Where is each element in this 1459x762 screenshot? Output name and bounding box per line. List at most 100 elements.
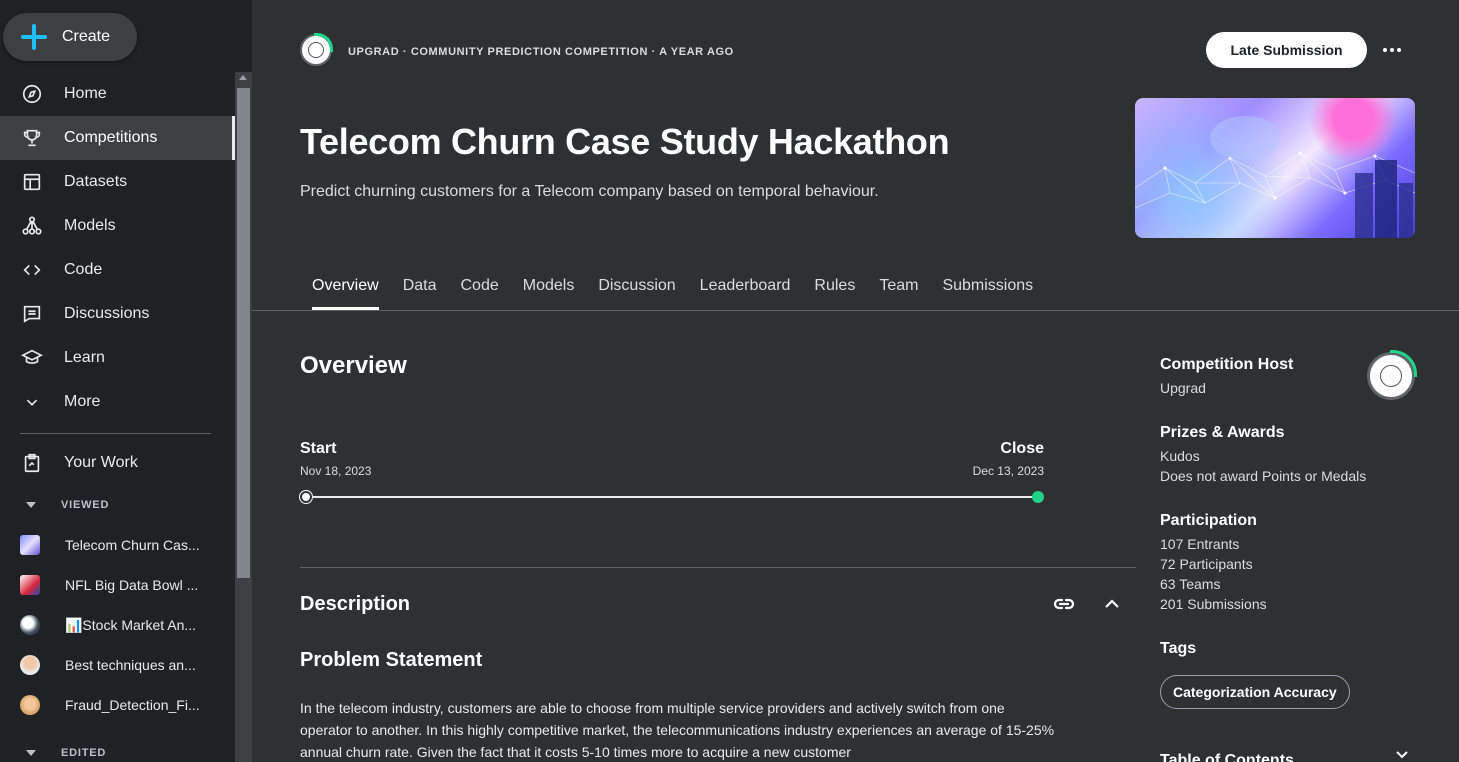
nav-item-learn[interactable]: Learn [0, 336, 235, 380]
edited-section-toggle[interactable]: EDITED [20, 747, 106, 759]
tab-submissions[interactable]: Submissions [942, 270, 1033, 310]
section-divider [300, 567, 1136, 568]
compass-icon [20, 82, 44, 106]
viewed-item[interactable]: Telecom Churn Cas... [20, 530, 220, 560]
nav-item-home[interactable]: Home [0, 72, 235, 116]
nav-item-models[interactable]: Models [0, 204, 235, 248]
tags-block: Tags [1160, 640, 1420, 662]
caret-down-icon [26, 502, 36, 508]
nav-label: Datasets [64, 173, 128, 190]
viewed-item-label: Telecom Churn Cas... [65, 537, 200, 553]
timeline-start-date: Nov 18, 2023 [300, 464, 372, 478]
viewed-item-label: 📊Stock Market An... [65, 616, 197, 633]
nav-label: Code [64, 261, 103, 278]
graduation-cap-icon [20, 346, 44, 370]
tab-team[interactable]: Team [879, 270, 918, 310]
caret-down-icon [26, 750, 36, 756]
overview-heading: Overview [300, 352, 407, 379]
late-submission-button[interactable]: Late Submission [1206, 32, 1367, 68]
viewed-item-label: Best techniques an... [65, 657, 196, 673]
entrants-count: 107 Entrants [1160, 536, 1240, 552]
host-logo[interactable] [300, 33, 333, 66]
chevron-down-icon[interactable] [1395, 750, 1409, 760]
nav-item-discussions[interactable]: Discussions [0, 292, 235, 336]
viewed-item[interactable]: Best techniques an... [20, 650, 220, 680]
edited-label: EDITED [61, 747, 107, 759]
avatar [20, 655, 40, 675]
prizes-heading: Prizes & Awards [1160, 424, 1285, 441]
viewed-section-toggle[interactable]: VIEWED [20, 499, 109, 511]
timeline-start-label: Start [300, 440, 337, 457]
create-label: Create [62, 28, 111, 45]
viewed-item-label: Fraud_Detection_Fi... [65, 697, 200, 713]
viewed-item[interactable]: Fraud_Detection_Fi... [20, 690, 220, 720]
competition-banner-image [1135, 98, 1415, 238]
nav-label: Models [64, 217, 116, 234]
logo-mark [308, 42, 324, 58]
participation-block: Participation 107 Entrants 72 Participan… [1160, 512, 1420, 614]
page-title: Telecom Churn Case Study Hackathon [300, 121, 950, 162]
scroll-up-arrow-icon[interactable] [239, 75, 247, 80]
competition-thumbnail [20, 575, 40, 595]
tab-discussion[interactable]: Discussion [598, 270, 675, 310]
nav-label: Learn [64, 349, 105, 366]
timeline-close-label: Close [1000, 440, 1044, 457]
nav-item-competitions[interactable]: Competitions [0, 116, 235, 160]
tab-models[interactable]: Models [523, 270, 575, 310]
nav-label: Competitions [64, 129, 158, 146]
nav-label: Your Work [64, 454, 138, 471]
host-avatar[interactable] [1367, 350, 1417, 400]
teams-count: 63 Teams [1160, 576, 1221, 592]
submissions-count: 201 Submissions [1160, 596, 1267, 612]
nav-label: Discussions [64, 305, 150, 322]
scrollbar-thumb[interactable] [237, 88, 250, 578]
tab-overview[interactable]: Overview [312, 270, 379, 310]
tab-code[interactable]: Code [460, 270, 498, 310]
nav-item-datasets[interactable]: Datasets [0, 160, 235, 204]
create-button[interactable]: Create [3, 13, 137, 61]
tab-data[interactable]: Data [403, 270, 437, 310]
trophy-icon [20, 126, 44, 150]
plus-icon [21, 24, 47, 50]
problem-statement-heading: Problem Statement [300, 649, 483, 671]
tab-leaderboard[interactable]: Leaderboard [700, 270, 791, 310]
timeline-start-marker [300, 491, 312, 503]
tag-chip[interactable]: Categorization Accuracy [1160, 675, 1350, 709]
viewed-item[interactable]: NFL Big Data Bowl ... [20, 570, 220, 600]
main-content: UPGRAD · COMMUNITY PREDICTION COMPETITIO… [252, 0, 1459, 762]
sidebar-scrollbar[interactable] [235, 72, 252, 762]
viewed-label: VIEWED [61, 499, 110, 511]
participants-count: 72 Participants [1160, 556, 1253, 572]
discussion-icon [20, 302, 44, 326]
models-icon [20, 214, 44, 238]
timeline-track [306, 496, 1038, 498]
tab-rules[interactable]: Rules [814, 270, 855, 310]
sidebar-divider [20, 433, 211, 434]
nav-item-code[interactable]: Code [0, 248, 235, 292]
viewed-item[interactable]: 📊Stock Market An... [20, 610, 220, 640]
logo-mark [1380, 365, 1402, 387]
tabs-divider [252, 310, 1459, 311]
clipboard-icon [20, 451, 44, 475]
nav-label: Home [64, 85, 107, 102]
prizes-kudos: Kudos [1160, 448, 1200, 464]
sidebar: Create Home Competitions Datasets Models… [0, 0, 252, 762]
table-of-contents-heading[interactable]: Table of Contents [1160, 752, 1294, 762]
competition-tabs: Overview Data Code Models Discussion Lea… [300, 270, 1057, 310]
collapse-chevron-up-icon[interactable] [1102, 596, 1122, 612]
main-nav: Home Competitions Datasets Models Code D… [0, 72, 235, 424]
code-icon [20, 258, 44, 282]
nav-item-your-work[interactable]: Your Work [0, 441, 235, 485]
link-icon[interactable] [1052, 595, 1076, 613]
participation-heading: Participation [1160, 512, 1257, 529]
prizes-block: Prizes & Awards Kudos Does not award Poi… [1160, 424, 1420, 486]
table-icon [20, 170, 44, 194]
more-options-icon[interactable] [1380, 40, 1404, 60]
nav-item-more[interactable]: More [0, 380, 235, 424]
avatar [20, 615, 40, 635]
competition-thumbnail [20, 535, 40, 555]
page-subtitle: Predict churning customers for a Telecom… [300, 183, 879, 200]
tags-heading: Tags [1160, 640, 1197, 657]
competition-meta: UPGRAD · COMMUNITY PREDICTION COMPETITIO… [348, 46, 734, 58]
avatar [20, 695, 40, 715]
